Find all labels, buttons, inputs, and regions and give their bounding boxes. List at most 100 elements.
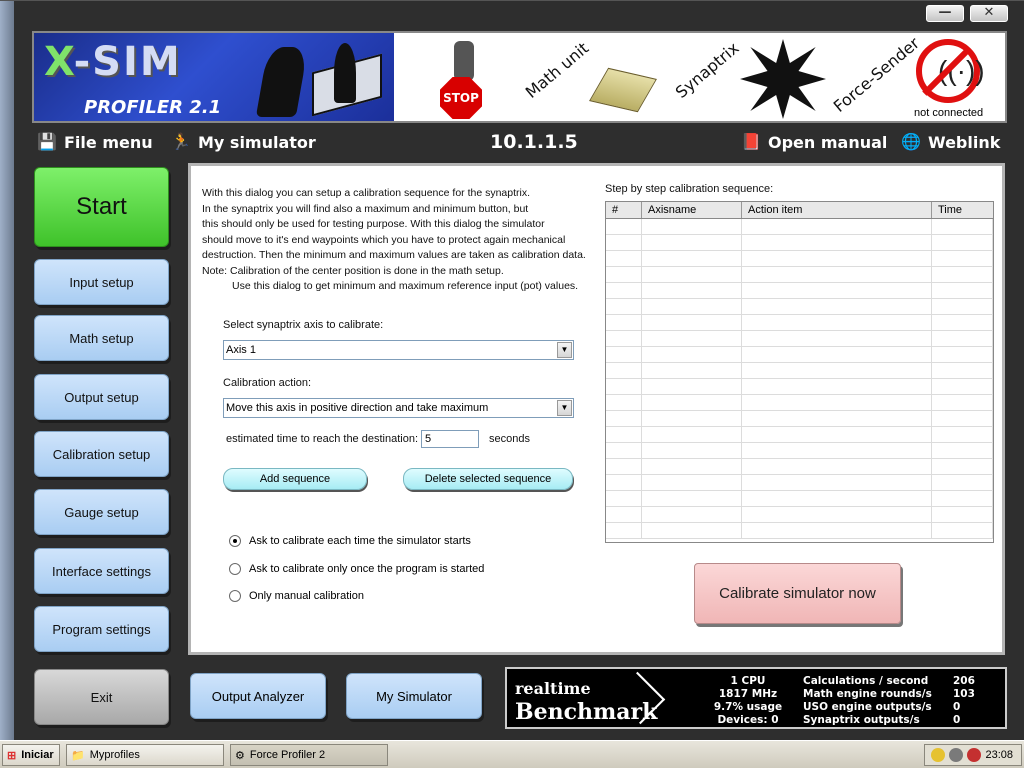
table-row[interactable]: [606, 395, 993, 411]
cpu-stats: 1 CPU 1817 MHz 9.7% usage Devices: 0: [713, 675, 783, 726]
x-sim-logo-icon: X-SIM: [44, 39, 182, 85]
file-menu[interactable]: 💾 File menu: [36, 132, 153, 152]
radio-each-start[interactable]: Ask to calibrate each time the simulator…: [229, 535, 471, 547]
minimize-button[interactable]: —: [926, 5, 964, 22]
dropdown-arrow-icon[interactable]: ▼: [557, 400, 572, 416]
table-row[interactable]: [606, 491, 993, 507]
table-row[interactable]: [606, 411, 993, 427]
column-axisname[interactable]: Axisname: [642, 202, 742, 218]
not-connected-icon: ((·)): [916, 39, 985, 103]
radio-button[interactable]: [229, 563, 241, 575]
weblink-menu[interactable]: 🌐 Weblink: [900, 132, 1000, 152]
table-row[interactable]: [606, 251, 993, 267]
shield-icon[interactable]: [931, 748, 946, 762]
output-analyzer-button[interactable]: Output Analyzer: [190, 673, 326, 719]
window-controls: — ✕: [926, 5, 1008, 22]
calibration-action-label: Calibration action:: [223, 377, 312, 389]
network-icon[interactable]: [949, 748, 964, 762]
start-menu-button[interactable]: ⊞ Iniciar: [2, 744, 60, 766]
benchmark-values: 206 103 0 0: [953, 675, 975, 726]
my-simulator-button[interactable]: My Simulator: [346, 673, 482, 719]
table-cell: [742, 347, 932, 362]
radio-button[interactable]: [229, 590, 241, 602]
radio-once[interactable]: Ask to calibrate only once the program i…: [229, 563, 484, 575]
sequence-table[interactable]: # Axisname Action item Time: [605, 201, 994, 543]
table-cell: [606, 475, 642, 490]
table-cell: [606, 443, 642, 458]
calibrate-now-button[interactable]: Calibrate simulator now: [694, 563, 901, 624]
table-cell: [642, 315, 742, 330]
close-button[interactable]: ✕: [970, 5, 1008, 22]
table-row[interactable]: [606, 427, 993, 443]
interface-settings-button[interactable]: Interface settings: [34, 548, 169, 594]
column-number[interactable]: #: [606, 202, 642, 218]
sequence-table-header: # Axisname Action item Time: [606, 202, 993, 219]
delete-sequence-button[interactable]: Delete selected sequence: [403, 468, 573, 490]
background-window-edge: [0, 1, 14, 741]
table-cell: [606, 411, 642, 426]
table-row[interactable]: [606, 347, 993, 363]
table-cell: [932, 395, 993, 410]
input-setup-button[interactable]: Input setup: [34, 259, 169, 305]
menu-bar: 💾 File menu 🏃 My simulator 10.1.1.5 📕 Op…: [32, 129, 1007, 157]
table-cell: [642, 347, 742, 362]
column-action-item[interactable]: Action item: [742, 202, 932, 218]
calibration-action-select[interactable]: Move this axis in positive direction and…: [223, 398, 574, 418]
table-row[interactable]: [606, 475, 993, 491]
table-row[interactable]: [606, 299, 993, 315]
table-cell: [742, 459, 932, 474]
open-manual-menu[interactable]: 📕 Open manual: [740, 132, 887, 152]
table-row[interactable]: [606, 363, 993, 379]
taskbar-item-myprofiles[interactable]: 📁 Myprofiles: [66, 744, 224, 766]
stop-sign-icon: STOP: [440, 77, 482, 119]
gauge-setup-button[interactable]: Gauge setup: [34, 489, 169, 535]
start-button[interactable]: Start: [34, 167, 169, 247]
axis-select-label: Select synaptrix axis to calibrate:: [223, 319, 384, 331]
antivirus-icon[interactable]: [967, 748, 982, 762]
app-icon: ⚙: [235, 749, 245, 762]
table-row[interactable]: [606, 219, 993, 235]
table-row[interactable]: [606, 459, 993, 475]
table-row[interactable]: [606, 267, 993, 283]
table-cell: [742, 491, 932, 506]
dropdown-arrow-icon[interactable]: ▼: [557, 342, 572, 358]
exit-button[interactable]: Exit: [34, 669, 169, 725]
table-row[interactable]: [606, 283, 993, 299]
radio-button-selected[interactable]: [229, 535, 241, 547]
table-cell: [606, 379, 642, 394]
time-label: estimated time to reach the destination:: [226, 433, 418, 445]
running-person-icon: 🏃: [171, 132, 191, 151]
table-cell: [932, 283, 993, 298]
calibration-setup-button[interactable]: Calibration setup: [34, 431, 169, 477]
add-sequence-button[interactable]: Add sequence: [223, 468, 367, 490]
my-simulator-menu[interactable]: 🏃 My simulator: [170, 132, 316, 152]
table-row[interactable]: [606, 315, 993, 331]
table-cell: [642, 507, 742, 522]
table-row[interactable]: [606, 443, 993, 459]
table-cell: [642, 395, 742, 410]
table-row[interactable]: [606, 507, 993, 523]
table-row[interactable]: [606, 331, 993, 347]
table-cell: [606, 267, 642, 282]
program-settings-button[interactable]: Program settings: [34, 606, 169, 652]
column-time[interactable]: Time: [932, 202, 993, 218]
table-cell: [742, 267, 932, 282]
table-cell: [742, 331, 932, 346]
radio-manual[interactable]: Only manual calibration: [229, 590, 364, 602]
taskbar-item-force-profiler[interactable]: ⚙ Force Profiler 2: [230, 744, 388, 766]
axis-select[interactable]: Axis 1 ▼: [223, 340, 574, 360]
time-input[interactable]: 5: [421, 430, 479, 448]
table-cell: [742, 443, 932, 458]
math-setup-button[interactable]: Math setup: [34, 315, 169, 361]
table-cell: [606, 363, 642, 378]
output-setup-button[interactable]: Output setup: [34, 374, 169, 420]
table-row[interactable]: [606, 523, 993, 539]
table-row[interactable]: [606, 235, 993, 251]
table-row[interactable]: [606, 379, 993, 395]
axis-select-value: Axis 1: [226, 344, 256, 356]
table-cell: [606, 459, 642, 474]
table-cell: [742, 395, 932, 410]
table-cell: [606, 507, 642, 522]
calibration-action-value: Move this axis in positive direction and…: [226, 402, 489, 414]
table-cell: [606, 395, 642, 410]
